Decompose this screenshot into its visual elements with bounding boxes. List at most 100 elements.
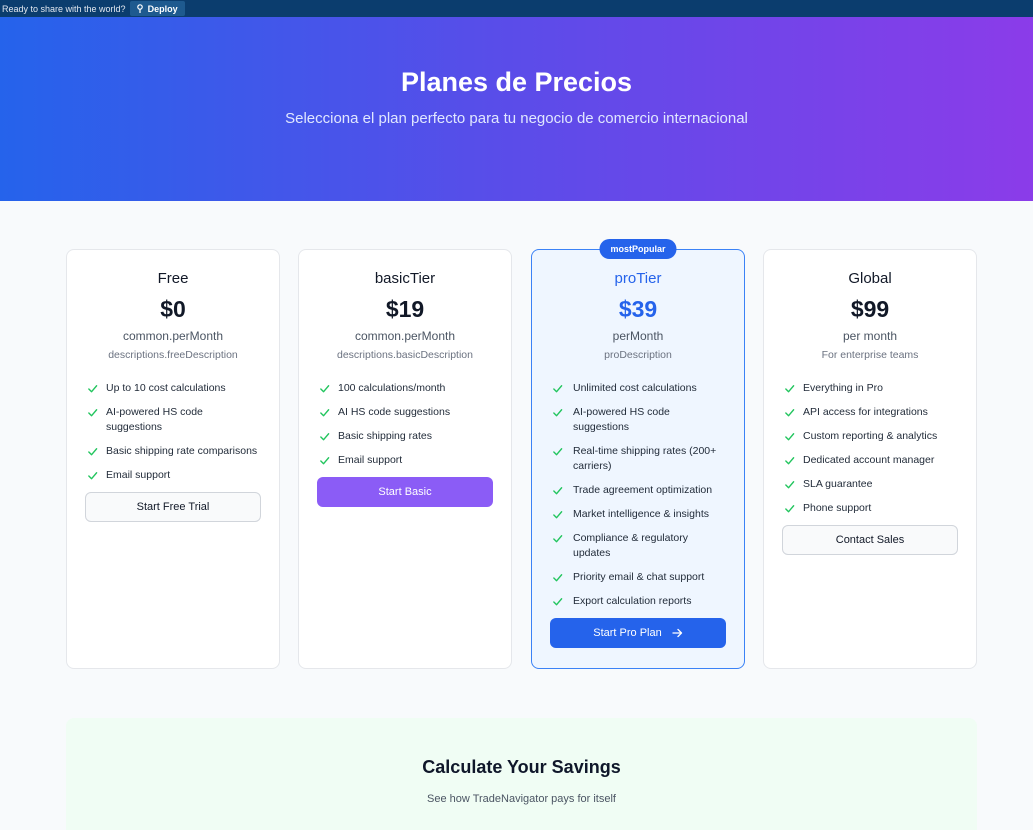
contact-sales-button[interactable]: Contact Sales — [782, 525, 958, 555]
feature-item: Export calculation reports — [552, 594, 726, 609]
feature-item: Priority email & chat support — [552, 570, 726, 585]
arrow-right-icon — [672, 628, 682, 638]
most-popular-badge: mostPopular — [599, 239, 677, 259]
feature-text: Export calculation reports — [573, 595, 692, 607]
check-icon — [553, 511, 563, 519]
plan-period: per month — [842, 329, 898, 343]
plan-description: descriptions.basicDescription — [337, 349, 473, 361]
feature-text: Phone support — [803, 502, 872, 514]
start-pro-plan-label: Start Pro Plan — [593, 627, 662, 639]
check-icon — [553, 487, 563, 495]
plan-name: Free — [157, 270, 189, 287]
feature-list: Unlimited cost calculations AI-powered H… — [532, 381, 744, 609]
feature-text: Basic shipping rates — [338, 430, 432, 442]
feature-item: Up to 10 cost calculations — [87, 381, 261, 396]
start-pro-plan-button[interactable]: Start Pro Plan — [550, 618, 726, 648]
feature-item: Unlimited cost calculations — [552, 381, 726, 396]
plan-price: $19 — [385, 296, 425, 322]
plan-name: Global — [848, 270, 892, 287]
top-bar: Ready to share with the world? Deploy — [0, 0, 1033, 17]
feature-text: API access for integrations — [803, 406, 928, 418]
plan-card-free: Free $0 common.perMonth descriptions.fre… — [66, 249, 280, 669]
feature-item: Basic shipping rate comparisons — [87, 444, 261, 459]
feature-text: Trade agreement optimization — [573, 484, 713, 496]
feature-item: 100 calculations/month — [319, 381, 493, 396]
hero-banner: Planes de Precios Selecciona el plan per… — [0, 17, 1033, 201]
feature-item: Custom reporting & analytics — [784, 429, 958, 444]
check-icon — [785, 457, 795, 465]
deploy-icon — [136, 4, 143, 13]
check-icon — [320, 457, 330, 465]
check-icon — [553, 598, 563, 606]
feature-item: Email support — [87, 468, 261, 483]
feature-item: Real-time shipping rates (200+ carriers) — [552, 444, 726, 474]
feature-text: AI-powered HS code suggestions — [573, 406, 670, 433]
feature-item: API access for integrations — [784, 405, 958, 420]
feature-text: Priority email & chat support — [573, 571, 705, 583]
check-icon — [320, 433, 330, 441]
check-icon — [553, 535, 563, 543]
start-free-trial-button[interactable]: Start Free Trial — [85, 492, 261, 522]
feature-text: Basic shipping rate comparisons — [106, 445, 258, 457]
share-prompt: Ready to share with the world? — [2, 3, 126, 14]
check-icon — [88, 448, 98, 456]
feature-list: Up to 10 cost calculations AI-powered HS… — [67, 381, 279, 483]
plan-name: basicTier — [374, 270, 436, 287]
check-icon — [88, 385, 98, 393]
check-icon — [785, 409, 795, 417]
plan-period: common.perMonth — [354, 329, 456, 343]
check-icon — [785, 433, 795, 441]
savings-subtitle: See how TradeNavigator pays for itself — [427, 793, 616, 805]
feature-text: Custom reporting & analytics — [803, 430, 938, 442]
feature-text: Up to 10 cost calculations — [106, 382, 226, 394]
feature-text: 100 calculations/month — [338, 382, 446, 394]
feature-text: SLA guarantee — [803, 478, 873, 490]
feature-item: Email support — [319, 453, 493, 468]
check-icon — [553, 385, 563, 393]
feature-text: Email support — [338, 454, 403, 466]
check-icon — [785, 481, 795, 489]
plan-card-pro: mostPopular proTier $39 perMonth proDesc… — [531, 239, 745, 669]
savings-title: Calculate Your Savings — [422, 757, 621, 777]
feature-item: Compliance & regulatory updates — [552, 531, 726, 561]
feature-text: Dedicated account manager — [803, 454, 935, 466]
feature-item: Basic shipping rates — [319, 429, 493, 444]
feature-item: Market intelligence & insights — [552, 507, 726, 522]
page-subtitle: Selecciona el plan perfecto para tu nego… — [285, 110, 748, 127]
savings-section: Calculate Your Savings See how TradeNavi… — [66, 718, 977, 830]
plan-description: descriptions.freeDescription — [108, 349, 238, 361]
feature-list: 100 calculations/month AI HS code sugges… — [299, 381, 511, 468]
plan-period: common.perMonth — [122, 329, 224, 343]
feature-item: Everything in Pro — [784, 381, 958, 396]
feature-item: Dedicated account manager — [784, 453, 958, 468]
start-basic-button[interactable]: Start Basic — [317, 477, 493, 507]
deploy-button[interactable]: Deploy — [129, 1, 185, 16]
feature-text: Compliance & regulatory updates — [573, 532, 688, 559]
feature-list: Everything in Pro API access for integra… — [764, 381, 976, 516]
deploy-label: Deploy — [147, 3, 178, 14]
plan-price: $0 — [160, 296, 186, 322]
feature-item: AI-powered HS code suggestions — [552, 405, 726, 435]
check-icon — [553, 448, 563, 456]
plan-description: For enterprise teams — [821, 349, 919, 361]
plan-price: $39 — [618, 296, 658, 322]
check-icon — [785, 385, 795, 393]
check-icon — [88, 409, 98, 417]
feature-item: Trade agreement optimization — [552, 483, 726, 498]
plan-price: $99 — [850, 296, 890, 322]
feature-text: Real-time shipping rates (200+ carriers) — [573, 445, 717, 472]
check-icon — [553, 409, 563, 417]
feature-text: Everything in Pro — [803, 382, 883, 394]
plan-card-global: Global $99 per month For enterprise team… — [763, 249, 977, 669]
check-icon — [320, 385, 330, 393]
feature-item: Phone support — [784, 501, 958, 516]
feature-item: AI-powered HS code suggestions — [87, 405, 261, 435]
plan-description: proDescription — [604, 349, 672, 361]
check-icon — [88, 472, 98, 480]
plan-card-basic: basicTier $19 common.perMonth descriptio… — [298, 249, 512, 669]
feature-item: SLA guarantee — [784, 477, 958, 492]
plan-period: perMonth — [612, 329, 664, 343]
plan-name: proTier — [614, 270, 662, 287]
check-icon — [553, 574, 563, 582]
feature-text: Market intelligence & insights — [573, 508, 709, 520]
